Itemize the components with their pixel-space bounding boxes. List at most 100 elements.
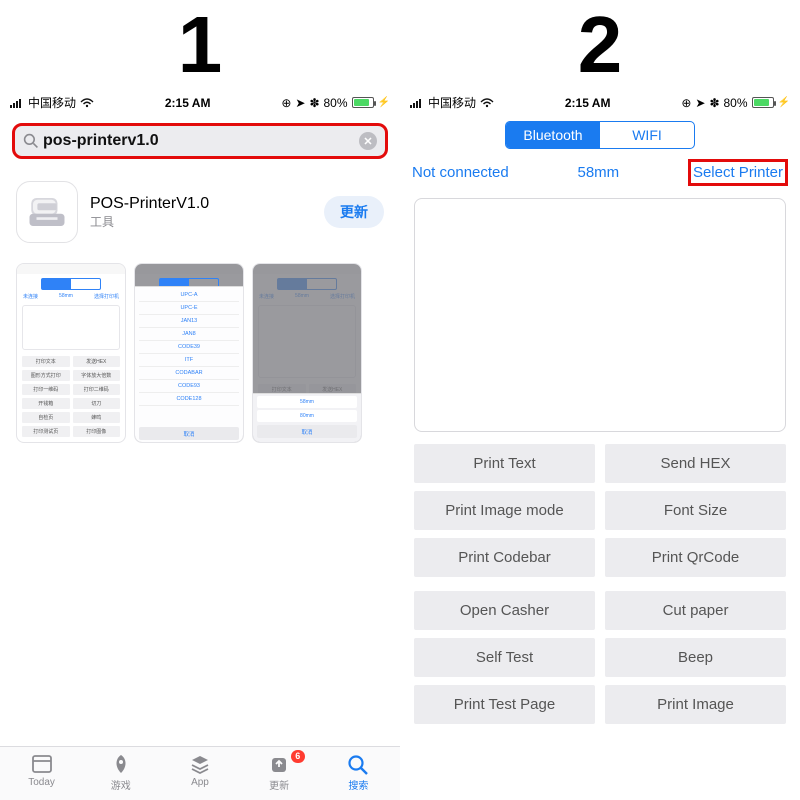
thumbnail-button: 打印文本 [22, 356, 70, 367]
thumbnail-button: 打印一维码 [22, 384, 70, 395]
select-printer-highlight: Select Printer [688, 159, 788, 186]
bluetooth-icon: ✽ [709, 96, 719, 110]
search-wrap: ✕ [12, 123, 388, 159]
charging-icon: ⚡ [378, 97, 390, 108]
status-time: 2:15 AM [165, 96, 211, 110]
action-button[interactable]: Open Casher [414, 591, 595, 630]
update-button[interactable]: 更新 [324, 196, 384, 228]
tab-games[interactable]: 游戏 [81, 753, 160, 792]
thumbnail-button: 开钱箱 [22, 398, 70, 409]
action-button[interactable]: Print Test Page [414, 685, 595, 724]
clear-search-icon[interactable]: ✕ [359, 132, 377, 150]
thumbnail-option: CODE39 [139, 341, 239, 354]
screenshot-thumbnails: 未连接58mm选择打印机 打印文本发送HEX图形方式打印字体放大倍数打印一维码打… [0, 257, 400, 443]
layers-icon [187, 753, 213, 775]
action-button[interactable]: Print Text [414, 444, 595, 483]
thumbnail-1[interactable]: 未连接58mm选择打印机 打印文本发送HEX图形方式打印字体放大倍数打印一维码打… [16, 263, 126, 443]
thumbnail-button: 字体放大倍数 [73, 370, 121, 381]
seg-bluetooth[interactable]: Bluetooth [506, 122, 600, 148]
thumbnail-option: CODABAR [139, 367, 239, 380]
wifi-icon [480, 98, 494, 108]
thumbnail-button: 发送HEX [73, 356, 121, 367]
rocket-icon [108, 753, 134, 775]
updates-icon [266, 753, 292, 775]
tab-updates-label: 更新 [269, 777, 289, 792]
search-box[interactable]: ✕ [12, 123, 388, 159]
tab-today[interactable]: Today [2, 753, 81, 792]
bluetooth-icon: ✽ [309, 96, 319, 110]
search-tab-icon [345, 753, 371, 775]
status-left: 中国移动 [10, 94, 94, 111]
wifi-icon [80, 98, 94, 108]
thumbnail-option: UPC-E [139, 302, 239, 315]
battery-pct: 80% [724, 96, 748, 110]
tab-search[interactable]: 搜索 [319, 753, 398, 792]
tab-search-label: 搜索 [348, 777, 368, 792]
battery-icon [752, 97, 774, 108]
thumbnail-option: JAN13 [139, 315, 239, 328]
connection-segmented-control[interactable]: Bluetooth WIFI [505, 121, 695, 149]
action-button[interactable]: Beep [605, 638, 786, 677]
thumbnail-option: CODE93 [139, 380, 239, 393]
panel-1: 1 中国移动 2:15 AM ⊕ ➤ ✽ 80% ⚡ ✕ [0, 0, 400, 800]
thumbnail-button: 打印二维码 [73, 384, 121, 395]
thumbnail-button: 打印测试页 [22, 426, 70, 437]
signal-icon [410, 98, 424, 108]
action-button[interactable]: Print Image mode [414, 491, 595, 530]
updates-badge: 6 [291, 750, 305, 763]
today-icon [29, 753, 55, 775]
action-button[interactable]: Cut paper [605, 591, 786, 630]
action-button[interactable]: Font Size [605, 491, 786, 530]
action-button[interactable]: Print QrCode [605, 538, 786, 577]
carrier-label: 中国移动 [28, 94, 76, 111]
battery-pct: 80% [324, 96, 348, 110]
status-bar-2: 中国移动 2:15 AM ⊕ ➤ ✽ 80% ⚡ [400, 90, 800, 113]
action-button[interactable]: Print Image [605, 685, 786, 724]
location-icon: ➤ [295, 96, 305, 110]
app-icon [16, 181, 78, 243]
action-button[interactable]: Send HEX [605, 444, 786, 483]
printer-icon [26, 194, 68, 230]
thumbnail-option: UPC-A [139, 289, 239, 302]
select-printer-button[interactable]: Select Printer [693, 164, 783, 181]
tab-today-label: Today [28, 777, 55, 788]
thumbnail-3[interactable]: 未连接58mm选择打印机 打印文本发送HEX图形方式打印字体放大倍数打印一维码打… [252, 263, 362, 443]
tab-app-label: App [191, 777, 209, 788]
step-number-1: 1 [0, 5, 400, 85]
action-button[interactable]: Self Test [414, 638, 595, 677]
thumbnail-2[interactable]: UPC-AUPC-EJAN13JAN8CODE39ITFCODABARCODE9… [134, 263, 244, 443]
charging-icon: ⚡ [778, 97, 790, 108]
connection-status: Not connected [412, 164, 509, 181]
thumbnail-option: ITF [139, 354, 239, 367]
action-button[interactable]: Print Codebar [414, 538, 595, 577]
search-result-row[interactable]: POS-PrinterV1.0 工具 更新 [0, 167, 400, 257]
search-input[interactable] [43, 132, 359, 150]
alarm-icon: ⊕ [681, 96, 691, 110]
status-time: 2:15 AM [565, 96, 611, 110]
tab-games-label: 游戏 [111, 777, 131, 792]
alarm-icon: ⊕ [281, 96, 291, 110]
thumbnail-button: 蜂鸣 [73, 412, 121, 423]
seg-wifi[interactable]: WIFI [600, 122, 694, 148]
button-grid-a: Print Text Send HEX Print Image mode Font S… [400, 444, 800, 577]
tab-updates[interactable]: 6 更新 [240, 753, 319, 792]
thumbnail-button: 图形方式打印 [22, 370, 70, 381]
connection-info-row: Not connected 58mm Select Printer [400, 155, 800, 192]
status-bar: 中国移动 2:15 AM ⊕ ➤ ✽ 80% ⚡ [0, 90, 400, 113]
button-grid-b: Open Casher Cut paper Self Test Beep Print T… [400, 591, 800, 724]
thumbnail-option: CODE128 [139, 393, 239, 406]
step-number-2: 2 [400, 5, 800, 85]
thumbnail-option: JAN8 [139, 328, 239, 341]
status-right: ⊕ ➤ ✽ 80% ⚡ [281, 96, 390, 110]
tab-bar: Today 游戏 App 6 更新 搜索 [0, 746, 400, 800]
thumbnail-button: 切刀 [73, 398, 121, 409]
battery-icon [352, 97, 374, 108]
carrier-label: 中国移动 [428, 94, 476, 111]
signal-icon [10, 98, 24, 108]
tab-app[interactable]: App [160, 753, 239, 792]
app-meta: POS-PrinterV1.0 工具 [90, 195, 312, 230]
paper-width[interactable]: 58mm [509, 164, 688, 181]
panel-2: 2 中国移动 2:15 AM ⊕ ➤ ✽ 80% ⚡ Bluetooth WIF… [400, 0, 800, 800]
app-title: POS-PrinterV1.0 [90, 195, 312, 213]
preview-area[interactable] [414, 198, 786, 432]
